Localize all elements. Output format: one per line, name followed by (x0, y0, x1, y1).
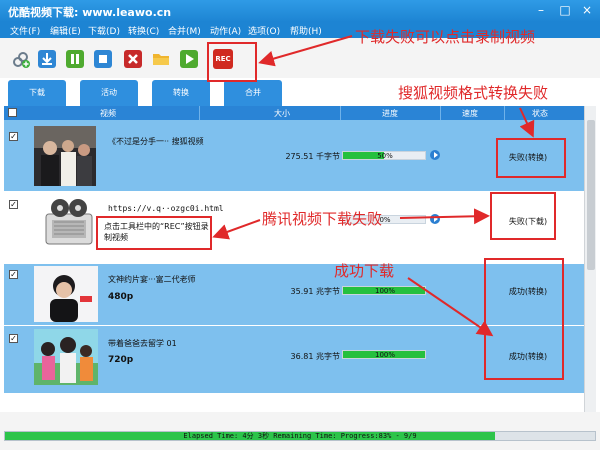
video-title: 带着爸爸去留学 01 (108, 339, 177, 348)
video-quality: 480p (108, 292, 134, 302)
rec-highlight-box (207, 42, 257, 82)
scrollbar-thumb[interactable] (587, 120, 595, 270)
window-title: 优酷视频下载: www.leawo.cn (8, 6, 172, 19)
select-all-checkbox[interactable]: ✓ (8, 108, 17, 117)
progress-text: 100% (374, 351, 395, 359)
vertical-scrollbar[interactable] (584, 106, 596, 412)
progress-text: 50% (377, 152, 393, 160)
row-checkbox[interactable]: ✓ (9, 270, 18, 279)
tencent-fail-annotation: 腾讯视频下载失败 (262, 210, 383, 228)
status-bar: Elapsed Time: 4分 3秒 Remaining Time: Prog… (0, 412, 600, 450)
menu-file[interactable]: 文件(F) (10, 24, 40, 37)
menu-help[interactable]: 帮助(H) (290, 24, 322, 37)
success-annotation: 成功下载 (334, 262, 395, 280)
minimize-icon[interactable]: – (530, 2, 552, 18)
video-size: 36.81 兆字节 (290, 352, 340, 361)
progress-bar: 50% (342, 151, 426, 160)
tab-active[interactable]: 活动 (80, 80, 138, 106)
pause-icon[interactable] (66, 50, 84, 68)
column-size[interactable]: 大小 (274, 108, 290, 119)
close-icon[interactable]: × (576, 2, 598, 18)
menu-options[interactable]: 选项(O) (248, 24, 280, 37)
video-thumbnail (34, 126, 96, 186)
delete-icon[interactable] (124, 50, 142, 68)
menu-download[interactable]: 下载(D) (88, 24, 120, 37)
menu-merge[interactable]: 合并(M) (168, 24, 201, 37)
video-size: 275.51 千字节 (285, 152, 340, 161)
play-video-icon[interactable] (430, 150, 440, 160)
progress-bar: 100% (342, 286, 426, 295)
stop-icon[interactable] (94, 50, 112, 68)
row-checkbox[interactable]: ✓ (9, 132, 18, 141)
video-size: 35.91 兆字节 (290, 287, 340, 296)
rec-hint-box (96, 216, 212, 250)
record-camera-icon (45, 199, 93, 245)
menu-action[interactable]: 动作(A) (210, 24, 241, 37)
column-status[interactable]: 状态 (532, 108, 548, 119)
overall-progress-bar: Elapsed Time: 4分 3秒 Remaining Time: Prog… (4, 431, 596, 441)
rec-hint-annotation: 下载失败可以点击录制视频 (355, 28, 536, 46)
row-checkbox[interactable]: ✓ (9, 334, 18, 343)
tab-download[interactable]: 下载 (8, 80, 66, 106)
row-checkbox[interactable]: ✓ (9, 200, 18, 209)
menu-edit[interactable]: 编辑(E) (50, 24, 81, 37)
video-url: https://v.q··ozgc0i.html (108, 204, 224, 213)
video-quality: 720p (108, 355, 134, 365)
video-title: 《不过是分手一·· 搜狐视频 (108, 137, 204, 146)
download-icon[interactable] (38, 50, 56, 68)
column-video[interactable]: 视频 (100, 108, 116, 119)
tab-merge[interactable]: 合并 (224, 80, 282, 106)
progress-text: 100% (374, 287, 395, 295)
menu-convert[interactable]: 转换(C) (128, 24, 159, 37)
success-box (484, 258, 564, 380)
video-thumbnail (34, 329, 98, 385)
tab-convert[interactable]: 转换 (152, 80, 210, 106)
tencent-fail-box (490, 192, 556, 240)
video-title: 文神约片宴···富二代老师 (108, 275, 196, 284)
play-icon[interactable] (180, 50, 198, 68)
video-thumbnail (34, 266, 98, 322)
column-progress[interactable]: 进度 (382, 108, 398, 119)
folder-icon[interactable] (152, 50, 170, 68)
column-speed[interactable]: 速度 (462, 108, 478, 119)
table-header: ✓ 视频 大小 进度 速度 状态 (4, 106, 584, 120)
sohu-fail-box (496, 138, 566, 178)
progress-bar: 100% (342, 350, 426, 359)
maximize-icon[interactable]: □ (554, 2, 576, 18)
overall-progress-text: Elapsed Time: 4分 3秒 Remaining Time: Prog… (183, 432, 417, 440)
sohu-fail-annotation: 搜狐视频格式转换失败 (398, 84, 549, 102)
title-bar: 优酷视频下载: www.leawo.cn – □ × (0, 0, 600, 22)
play-video-icon[interactable] (430, 214, 440, 224)
link-add-icon[interactable] (12, 50, 30, 68)
